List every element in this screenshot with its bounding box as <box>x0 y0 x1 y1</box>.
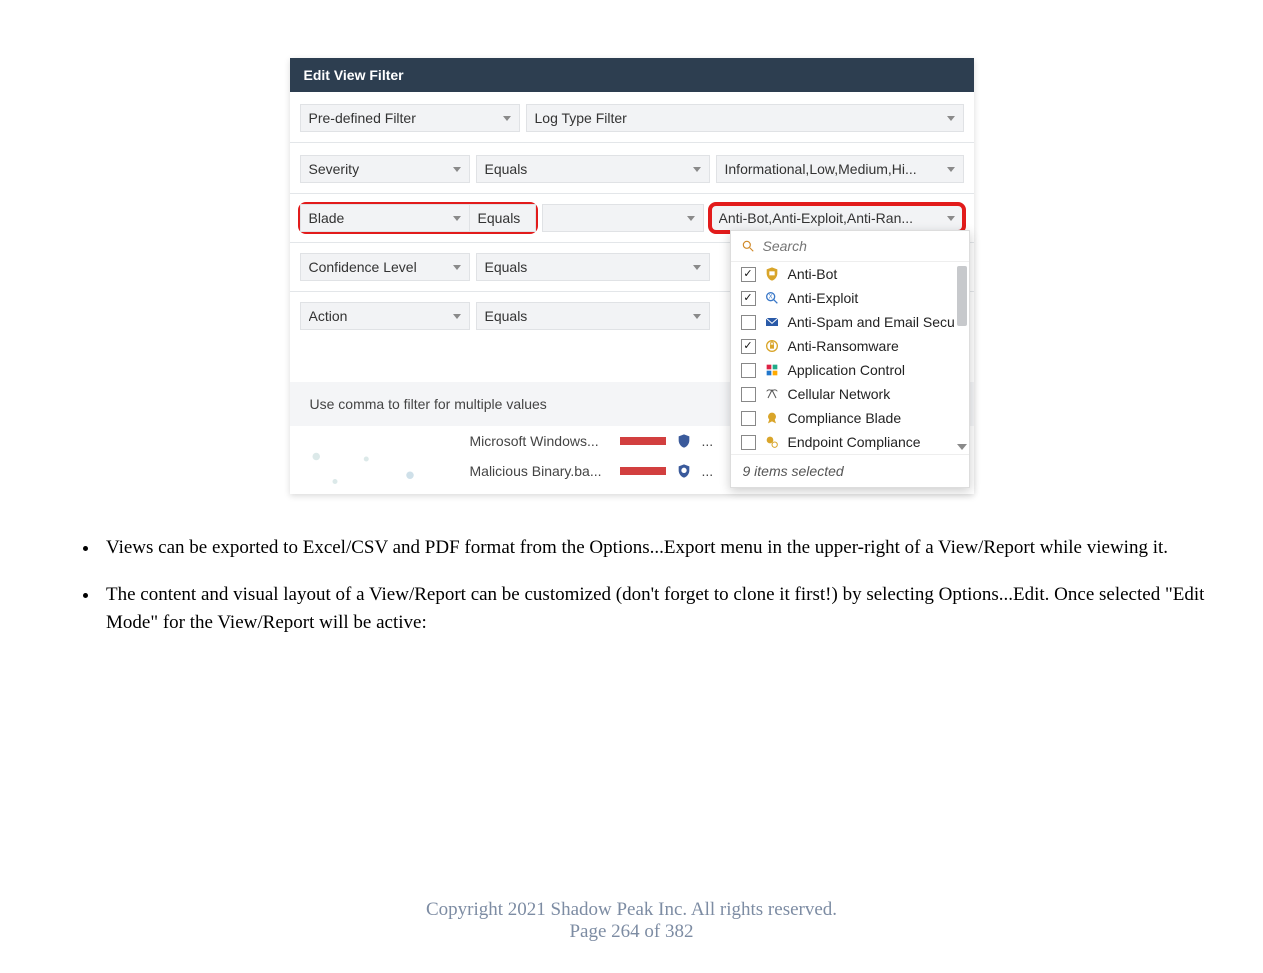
chevron-down-icon <box>453 265 461 270</box>
chevron-down-icon <box>947 116 955 121</box>
field-label: Action <box>309 308 447 324</box>
exploit-icon: X <box>764 290 780 306</box>
dropdown-item[interactable]: ✓ X Anti-Exploit <box>731 286 969 310</box>
operator-select-severity[interactable]: Equals <box>476 155 710 183</box>
chevron-down-icon <box>693 314 701 319</box>
ellipsis: ... <box>702 463 714 479</box>
field-label: Confidence Level <box>309 259 447 275</box>
endpoint-icon <box>764 434 780 450</box>
log-type-filter-select[interactable]: Log Type Filter <box>526 104 964 132</box>
ellipsis: ... <box>702 433 714 449</box>
dropdown-item[interactable]: Anti-Spam and Email Secu <box>731 310 969 334</box>
checkbox-icon[interactable] <box>741 315 756 330</box>
dropdown-item[interactable]: Cellular Network <box>731 382 969 406</box>
predefined-filter-select[interactable]: Pre-defined Filter <box>300 104 520 132</box>
checkbox-icon[interactable] <box>741 435 756 450</box>
field-label: Blade <box>309 210 447 226</box>
field-select-action[interactable]: Action <box>300 302 470 330</box>
dropdown-item-label: Anti-Bot <box>788 266 838 282</box>
dropdown-item[interactable]: Endpoint Compliance <box>731 430 969 454</box>
dialog-title: Edit View Filter <box>290 58 974 92</box>
dropdown-item[interactable]: ✓ Anti-Bot <box>731 262 969 286</box>
search-input[interactable] <box>761 237 959 255</box>
severity-bar-icon <box>620 437 666 445</box>
chevron-down-icon <box>503 116 511 121</box>
chevron-down-icon <box>693 265 701 270</box>
operator-label: Equals <box>485 308 687 324</box>
value-label: Anti-Bot,Anti-Exploit,Anti-Ran... <box>719 210 941 226</box>
scroll-down-icon[interactable] <box>957 444 967 450</box>
value-label: Informational,Low,Medium,Hi... <box>725 161 941 177</box>
value-select-blade[interactable]: Anti-Bot,Anti-Exploit,Anti-Ran... <box>710 204 964 232</box>
field-label: Severity <box>309 161 447 177</box>
copyright-text: Copyright 2021 Shadow Peak Inc. All righ… <box>0 899 1263 921</box>
log-type-filter-label: Log Type Filter <box>535 110 941 126</box>
chevron-down-icon <box>687 216 695 221</box>
chevron-down-icon <box>453 314 461 319</box>
bot-icon <box>764 266 780 282</box>
checkbox-icon[interactable] <box>741 411 756 426</box>
dropdown-item-label: Compliance Blade <box>788 410 902 426</box>
chevron-down-icon <box>693 167 701 172</box>
operator-label: Equals <box>485 161 687 177</box>
badge-icon <box>764 410 780 426</box>
shield-icon <box>676 432 692 450</box>
bullet-item: The content and visual layout of a View/… <box>100 581 1223 638</box>
chevron-down-icon <box>453 216 461 221</box>
bullet-item: Views can be exported to Excel/CSV and P… <box>100 534 1223 563</box>
chevron-down-icon <box>947 167 955 172</box>
operator-select-blade-full[interactable] <box>542 204 704 232</box>
dropdown-search[interactable] <box>731 231 969 262</box>
operator-label: Equals <box>485 259 687 275</box>
svg-text:X: X <box>768 295 772 301</box>
dropdown-item-label: Anti-Ransomware <box>788 338 899 354</box>
ransom-icon <box>764 338 780 354</box>
search-icon <box>741 239 755 253</box>
chevron-down-icon <box>947 216 955 221</box>
checkbox-icon[interactable] <box>741 363 756 378</box>
cell-icon <box>764 386 780 402</box>
checkbox-icon[interactable]: ✓ <box>741 291 756 306</box>
operator-select-blade[interactable]: Equals <box>470 204 536 232</box>
checkbox-icon[interactable]: ✓ <box>741 339 756 354</box>
dropdown-item-label: Cellular Network <box>788 386 891 402</box>
app-icon <box>764 362 780 378</box>
blade-values-dropdown: ✓ Anti-Bot ✓ X Anti-Exploit Anti-Spam an… <box>730 230 970 488</box>
page-footer: Copyright 2021 Shadow Peak Inc. All righ… <box>0 899 1263 943</box>
checkbox-icon[interactable] <box>741 387 756 402</box>
edit-view-filter-dialog: Edit View Filter Pre-defined Filter Log … <box>290 58 974 494</box>
dropdown-list: ✓ Anti-Bot ✓ X Anti-Exploit Anti-Spam an… <box>731 262 969 454</box>
severity-bar-icon <box>620 467 666 475</box>
scrollbar-thumb[interactable] <box>957 266 967 326</box>
dropdown-item-label: Anti-Spam and Email Secu <box>788 314 955 330</box>
bg-item-label: Microsoft Windows... <box>470 433 610 449</box>
map-icon <box>290 444 430 494</box>
checkbox-icon[interactable]: ✓ <box>741 267 756 282</box>
value-select-severity[interactable]: Informational,Low,Medium,Hi... <box>716 155 964 183</box>
page-number: Page 264 of 382 <box>0 921 1263 943</box>
dropdown-item-label: Endpoint Compliance <box>788 434 921 450</box>
predefined-filter-label: Pre-defined Filter <box>309 110 497 126</box>
operator-label: Equals <box>478 210 527 226</box>
dropdown-item[interactable]: Compliance Blade <box>731 406 969 430</box>
dropdown-footer: 9 items selected <box>731 454 969 487</box>
bg-item-label: Malicious Binary.ba... <box>470 463 610 479</box>
dropdown-item-label: Anti-Exploit <box>788 290 859 306</box>
operator-select-confidence[interactable]: Equals <box>476 253 710 281</box>
operator-select-action[interactable]: Equals <box>476 302 710 330</box>
shield-icon <box>676 462 692 480</box>
chevron-down-icon <box>453 167 461 172</box>
dropdown-item[interactable]: Application Control <box>731 358 969 382</box>
field-select-confidence[interactable]: Confidence Level <box>300 253 470 281</box>
mail-icon <box>764 314 780 330</box>
dropdown-item-label: Application Control <box>788 362 906 378</box>
document-bullets: Views can be exported to Excel/CSV and P… <box>60 534 1223 638</box>
field-select-severity[interactable]: Severity <box>300 155 470 183</box>
field-select-blade[interactable]: Blade <box>300 204 470 232</box>
dropdown-item[interactable]: ✓ Anti-Ransomware <box>731 334 969 358</box>
